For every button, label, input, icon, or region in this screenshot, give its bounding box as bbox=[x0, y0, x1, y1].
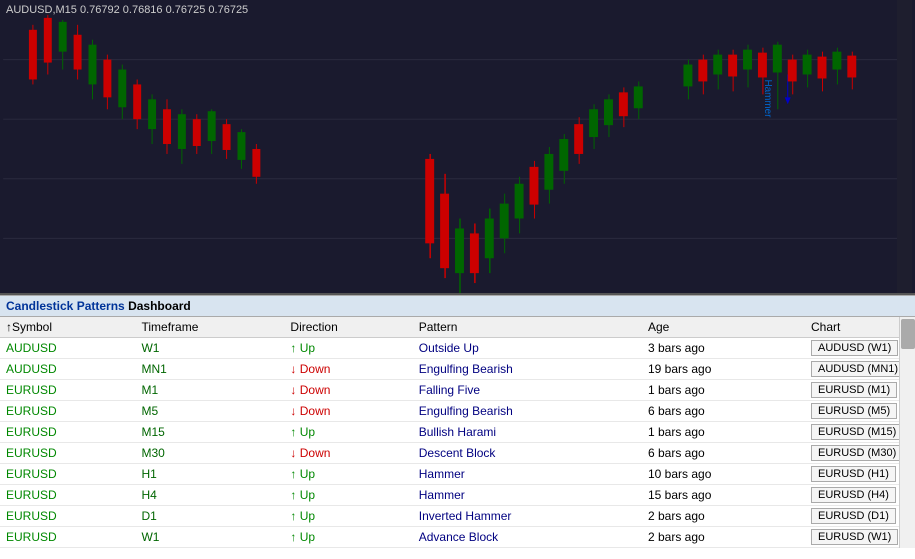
col-age: Age bbox=[642, 317, 805, 338]
chart-area: AUDUSD,M15 0.76792 0.76816 0.76725 0.767… bbox=[0, 0, 915, 295]
cell-timeframe: W1 bbox=[135, 338, 284, 359]
cell-timeframe: H4 bbox=[135, 485, 284, 506]
cell-pattern: Inverted Hammer bbox=[413, 506, 642, 527]
cell-pattern: Bullish Harami bbox=[413, 422, 642, 443]
cell-timeframe: H1 bbox=[135, 464, 284, 485]
cell-age: 6 bars ago bbox=[642, 443, 805, 464]
chart-button[interactable]: EURUSD (H4) bbox=[811, 487, 896, 503]
table-row: AUDUSD W1 ↑ Up Outside Up 3 bars ago AUD… bbox=[0, 338, 915, 359]
col-pattern: Pattern bbox=[413, 317, 642, 338]
chart-title: AUDUSD,M15 0.76792 0.76816 0.76725 0.767… bbox=[6, 4, 248, 16]
cell-symbol: EURUSD bbox=[0, 485, 135, 506]
chart-button[interactable]: EURUSD (M1) bbox=[811, 382, 897, 398]
table-container: Symbol Timeframe Direction Pattern Age C… bbox=[0, 317, 915, 548]
cell-symbol: EURUSD bbox=[0, 401, 135, 422]
table-row: EURUSD H4 ↑ Up Hammer 15 bars ago EURUSD… bbox=[0, 485, 915, 506]
cell-timeframe: M1 bbox=[135, 380, 284, 401]
cell-symbol: EURUSD bbox=[0, 422, 135, 443]
cell-direction: ↓ Down bbox=[284, 359, 412, 380]
cell-direction: ↑ Up bbox=[284, 464, 412, 485]
table-row: EURUSD M1 ↓ Down Falling Five 1 bars ago… bbox=[0, 380, 915, 401]
cell-pattern: Engulfing Bearish bbox=[413, 359, 642, 380]
cell-pattern: Descent Block bbox=[413, 443, 642, 464]
col-timeframe: Timeframe bbox=[135, 317, 284, 338]
table-row: EURUSD M15 ↑ Up Bullish Harami 1 bars ag… bbox=[0, 422, 915, 443]
cell-direction: ↑ Up bbox=[284, 422, 412, 443]
cell-pattern: Falling Five bbox=[413, 380, 642, 401]
dashboard-title: Candlestick Patterns Dashboard bbox=[0, 296, 915, 317]
cell-age: 1 bars ago bbox=[642, 380, 805, 401]
scrollbar-thumb[interactable] bbox=[901, 319, 915, 349]
table-body: AUDUSD W1 ↑ Up Outside Up 3 bars ago AUD… bbox=[0, 338, 915, 548]
chart-button[interactable]: EURUSD (M15) bbox=[811, 424, 903, 440]
cell-timeframe: M5 bbox=[135, 401, 284, 422]
cell-pattern: Hammer bbox=[413, 464, 642, 485]
dashboard-title-patterns: Candlestick Patterns bbox=[6, 299, 125, 313]
cell-symbol: EURUSD bbox=[0, 464, 135, 485]
svg-text:Hammer: Hammer bbox=[762, 79, 773, 118]
cell-symbol: EURUSD bbox=[0, 443, 135, 464]
cell-timeframe: W1 bbox=[135, 527, 284, 548]
cell-age: 2 bars ago bbox=[642, 527, 805, 548]
chart-button[interactable]: EURUSD (D1) bbox=[811, 508, 896, 524]
cell-pattern: Outside Up bbox=[413, 338, 642, 359]
cell-age: 3 bars ago bbox=[642, 338, 805, 359]
table-row: EURUSD D1 ↑ Up Inverted Hammer 2 bars ag… bbox=[0, 506, 915, 527]
table-row: EURUSD M30 ↓ Down Descent Block 6 bars a… bbox=[0, 443, 915, 464]
table-row: EURUSD H1 ↑ Up Hammer 10 bars ago EURUSD… bbox=[0, 464, 915, 485]
cell-direction: ↑ Up bbox=[284, 506, 412, 527]
cell-age: 2 bars ago bbox=[642, 506, 805, 527]
chart-button[interactable]: EURUSD (M30) bbox=[811, 445, 903, 461]
patterns-table: Symbol Timeframe Direction Pattern Age C… bbox=[0, 317, 915, 548]
table-header-row: Symbol Timeframe Direction Pattern Age C… bbox=[0, 317, 915, 338]
cell-direction: ↑ Up bbox=[284, 527, 412, 548]
col-direction: Direction bbox=[284, 317, 412, 338]
cell-age: 15 bars ago bbox=[642, 485, 805, 506]
chart-button[interactable]: EURUSD (M5) bbox=[811, 403, 897, 419]
table-row: EURUSD W1 ↑ Up Advance Block 2 bars ago … bbox=[0, 527, 915, 548]
table-row: AUDUSD MN1 ↓ Down Engulfing Bearish 19 b… bbox=[0, 359, 915, 380]
cell-pattern: Hammer bbox=[413, 485, 642, 506]
table-row: EURUSD M5 ↓ Down Engulfing Bearish 6 bar… bbox=[0, 401, 915, 422]
chart-button[interactable]: EURUSD (W1) bbox=[811, 529, 898, 545]
cell-symbol: AUDUSD bbox=[0, 359, 135, 380]
chart-svg: Hammer bbox=[0, 0, 915, 293]
col-symbol: Symbol bbox=[0, 317, 135, 338]
cell-symbol: EURUSD bbox=[0, 380, 135, 401]
cell-symbol: EURUSD bbox=[0, 527, 135, 548]
cell-direction: ↓ Down bbox=[284, 380, 412, 401]
cell-direction: ↓ Down bbox=[284, 401, 412, 422]
sort-arrow-icon bbox=[6, 320, 12, 334]
cell-age: 1 bars ago bbox=[642, 422, 805, 443]
cell-timeframe: M30 bbox=[135, 443, 284, 464]
cell-age: 6 bars ago bbox=[642, 401, 805, 422]
cell-symbol: EURUSD bbox=[0, 506, 135, 527]
chart-button[interactable]: AUDUSD (W1) bbox=[811, 340, 898, 356]
chart-button[interactable]: AUDUSD (MN1) bbox=[811, 361, 905, 377]
cell-direction: ↓ Down bbox=[284, 443, 412, 464]
cell-symbol: AUDUSD bbox=[0, 338, 135, 359]
cell-age: 10 bars ago bbox=[642, 464, 805, 485]
cell-timeframe: D1 bbox=[135, 506, 284, 527]
cell-age: 19 bars ago bbox=[642, 359, 805, 380]
cell-direction: ↑ Up bbox=[284, 485, 412, 506]
cell-pattern: Engulfing Bearish bbox=[413, 401, 642, 422]
chart-button[interactable]: EURUSD (H1) bbox=[811, 466, 896, 482]
scrollbar[interactable] bbox=[899, 317, 915, 548]
cell-direction: ↑ Up bbox=[284, 338, 412, 359]
cell-timeframe: M15 bbox=[135, 422, 284, 443]
dashboard: Candlestick Patterns Dashboard Symbol Ti… bbox=[0, 295, 915, 548]
dashboard-title-word2: Dashboard bbox=[128, 299, 191, 313]
cell-pattern: Advance Block bbox=[413, 527, 642, 548]
cell-timeframe: MN1 bbox=[135, 359, 284, 380]
